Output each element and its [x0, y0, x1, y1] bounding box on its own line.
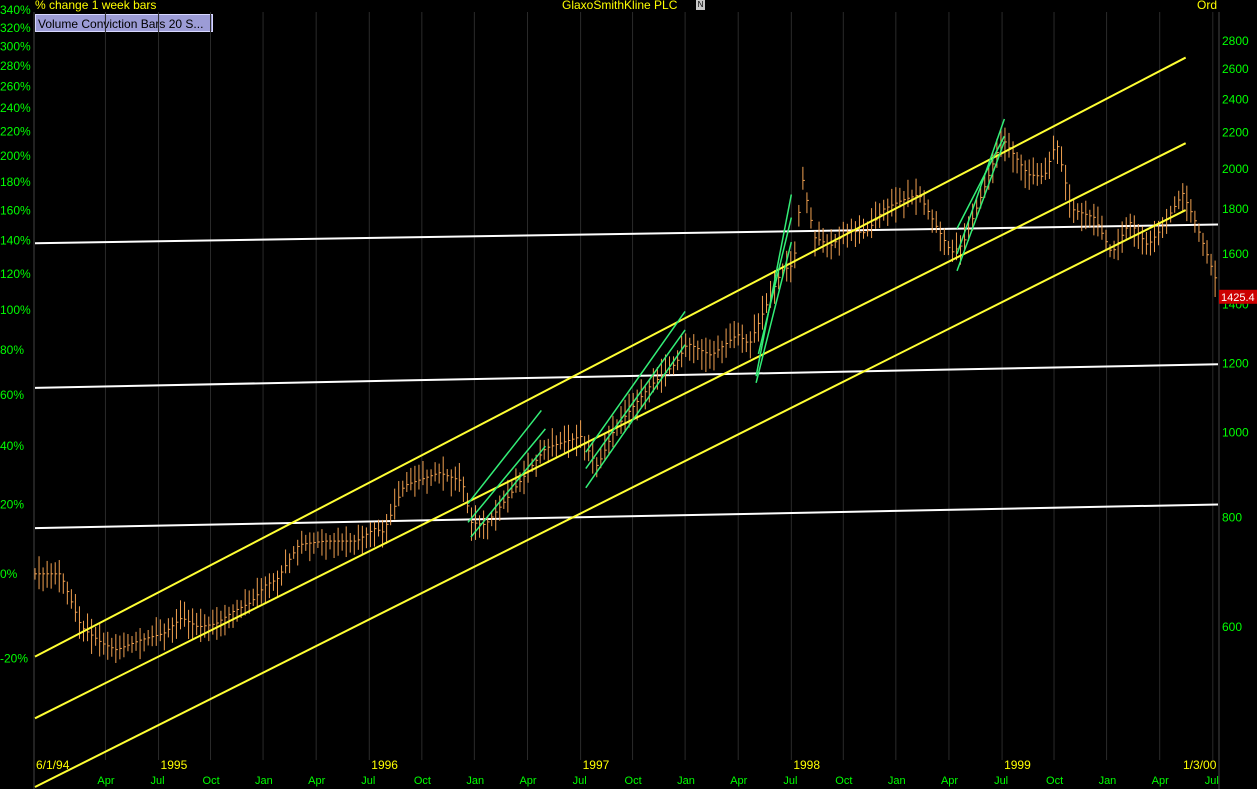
right-axis-tick: 2800	[1222, 34, 1249, 48]
x-axis-month-label: Jul	[573, 775, 587, 787]
horizontal-lines	[34, 223, 1219, 530]
left-axis-tick: 60%	[0, 388, 24, 402]
horizontal-line	[34, 503, 1219, 530]
right-axis-tick: 1600	[1222, 247, 1249, 261]
right-axis-tick: 2000	[1222, 162, 1249, 176]
x-axis-month-label: Jul	[1205, 775, 1219, 787]
channel-line	[34, 209, 1187, 788]
price-chart[interactable]: 340% 320% 300% 280% 260% 240% 220% 200% 180% 160%…	[0, 0, 1257, 789]
x-axis: 6/1/94 1995 1996 1997 1998 1999 1/3/00 Apr Jul Oc…	[36, 758, 1219, 787]
left-axis-tick: 20%	[0, 497, 24, 511]
x-axis-year-label: 6/1/94	[36, 758, 70, 772]
left-axis-tick: 240%	[0, 101, 31, 115]
right-axis-tick: 1000	[1222, 426, 1249, 440]
gridlines	[33, 12, 1220, 789]
right-axis-tick: 800	[1222, 511, 1242, 525]
short-channel-line	[956, 141, 1006, 272]
right-axis-tick: 2400	[1222, 93, 1249, 107]
x-axis-month-label: Jul	[151, 775, 165, 787]
short-channel-line	[757, 217, 793, 355]
x-axis-month-label: Apr	[730, 775, 747, 787]
x-axis-month-label: Jan	[466, 775, 484, 787]
left-axis-tick: 180%	[0, 175, 31, 189]
x-axis-month-label: Jan	[888, 775, 906, 787]
x-axis-year-label: 1995	[161, 758, 188, 772]
short-channel-lines	[467, 118, 1006, 538]
right-axis: 2800260024002200200018001600140012001000…	[1222, 34, 1249, 634]
left-axis-tick: 0%	[0, 567, 18, 581]
channel-line	[34, 56, 1187, 658]
short-channel-line	[956, 135, 1006, 229]
left-axis-tick: 300%	[0, 39, 31, 53]
left-axis-tick: 140%	[0, 234, 31, 248]
right-axis-tick: 1200	[1222, 356, 1249, 370]
short-channel-line	[585, 311, 686, 453]
left-axis-tick: -20%	[0, 652, 28, 666]
x-axis-month-label: Jan	[255, 775, 273, 787]
x-axis-month-label: Apr	[1152, 775, 1169, 787]
x-axis-year-label: 1/3/00	[1183, 758, 1217, 772]
x-axis-month-label: Apr	[97, 775, 114, 787]
x-axis-month-label: Jul	[361, 775, 375, 787]
short-channel-line	[755, 241, 793, 383]
horizontal-line	[34, 363, 1219, 389]
last-price-tag: 1425.4	[1219, 289, 1257, 304]
x-axis-month-label: Apr	[941, 775, 958, 787]
short-channel-line	[470, 445, 546, 538]
x-axis-month-label: Jan	[1099, 775, 1117, 787]
x-axis-month-label: Jul	[994, 775, 1008, 787]
left-axis-tick: 100%	[0, 303, 31, 317]
left-axis-tick: 340%	[0, 3, 31, 17]
left-axis-tick: 320%	[0, 21, 31, 35]
right-axis-tick: 2600	[1222, 62, 1249, 76]
x-axis-year-label: 1997	[583, 758, 610, 772]
x-axis-year-label: 1999	[1004, 758, 1031, 772]
left-axis: 340% 320% 300% 280% 260% 240% 220% 200% 180% 160%…	[0, 3, 31, 666]
x-axis-month-label: Oct	[1046, 775, 1063, 787]
left-axis-tick: 200%	[0, 149, 31, 163]
short-channel-line	[585, 344, 686, 489]
left-axis-tick: 40%	[0, 439, 24, 453]
last-price-label: 1425.4	[1221, 292, 1255, 304]
x-axis-month-label: Apr	[308, 775, 325, 787]
x-axis-month-label: Apr	[519, 775, 536, 787]
x-axis-year-label: 1998	[793, 758, 820, 772]
left-axis-tick: 260%	[0, 79, 31, 93]
x-axis-month-label: Oct	[203, 775, 220, 787]
channel-line	[34, 142, 1187, 720]
x-axis-month-label: Oct	[835, 775, 852, 787]
x-axis-month-label: Jul	[783, 775, 797, 787]
short-channel-line	[585, 329, 686, 469]
short-channel-line	[956, 118, 1006, 255]
right-axis-tick: 600	[1222, 620, 1242, 634]
x-axis-year-label: 1996	[371, 758, 398, 772]
left-axis-tick: 280%	[0, 59, 31, 73]
x-axis-month-label: Oct	[625, 775, 642, 787]
left-axis-tick: 120%	[0, 267, 31, 281]
left-axis-tick: 80%	[0, 343, 24, 357]
left-axis-tick: 160%	[0, 203, 31, 217]
x-axis-month-label: Oct	[414, 775, 431, 787]
left-axis-tick: 220%	[0, 124, 31, 138]
horizontal-line	[34, 223, 1219, 245]
short-channel-line	[467, 428, 546, 523]
right-axis-tick: 2200	[1222, 126, 1249, 140]
x-axis-month-label: Jan	[677, 775, 695, 787]
right-axis-tick: 1800	[1222, 202, 1249, 216]
